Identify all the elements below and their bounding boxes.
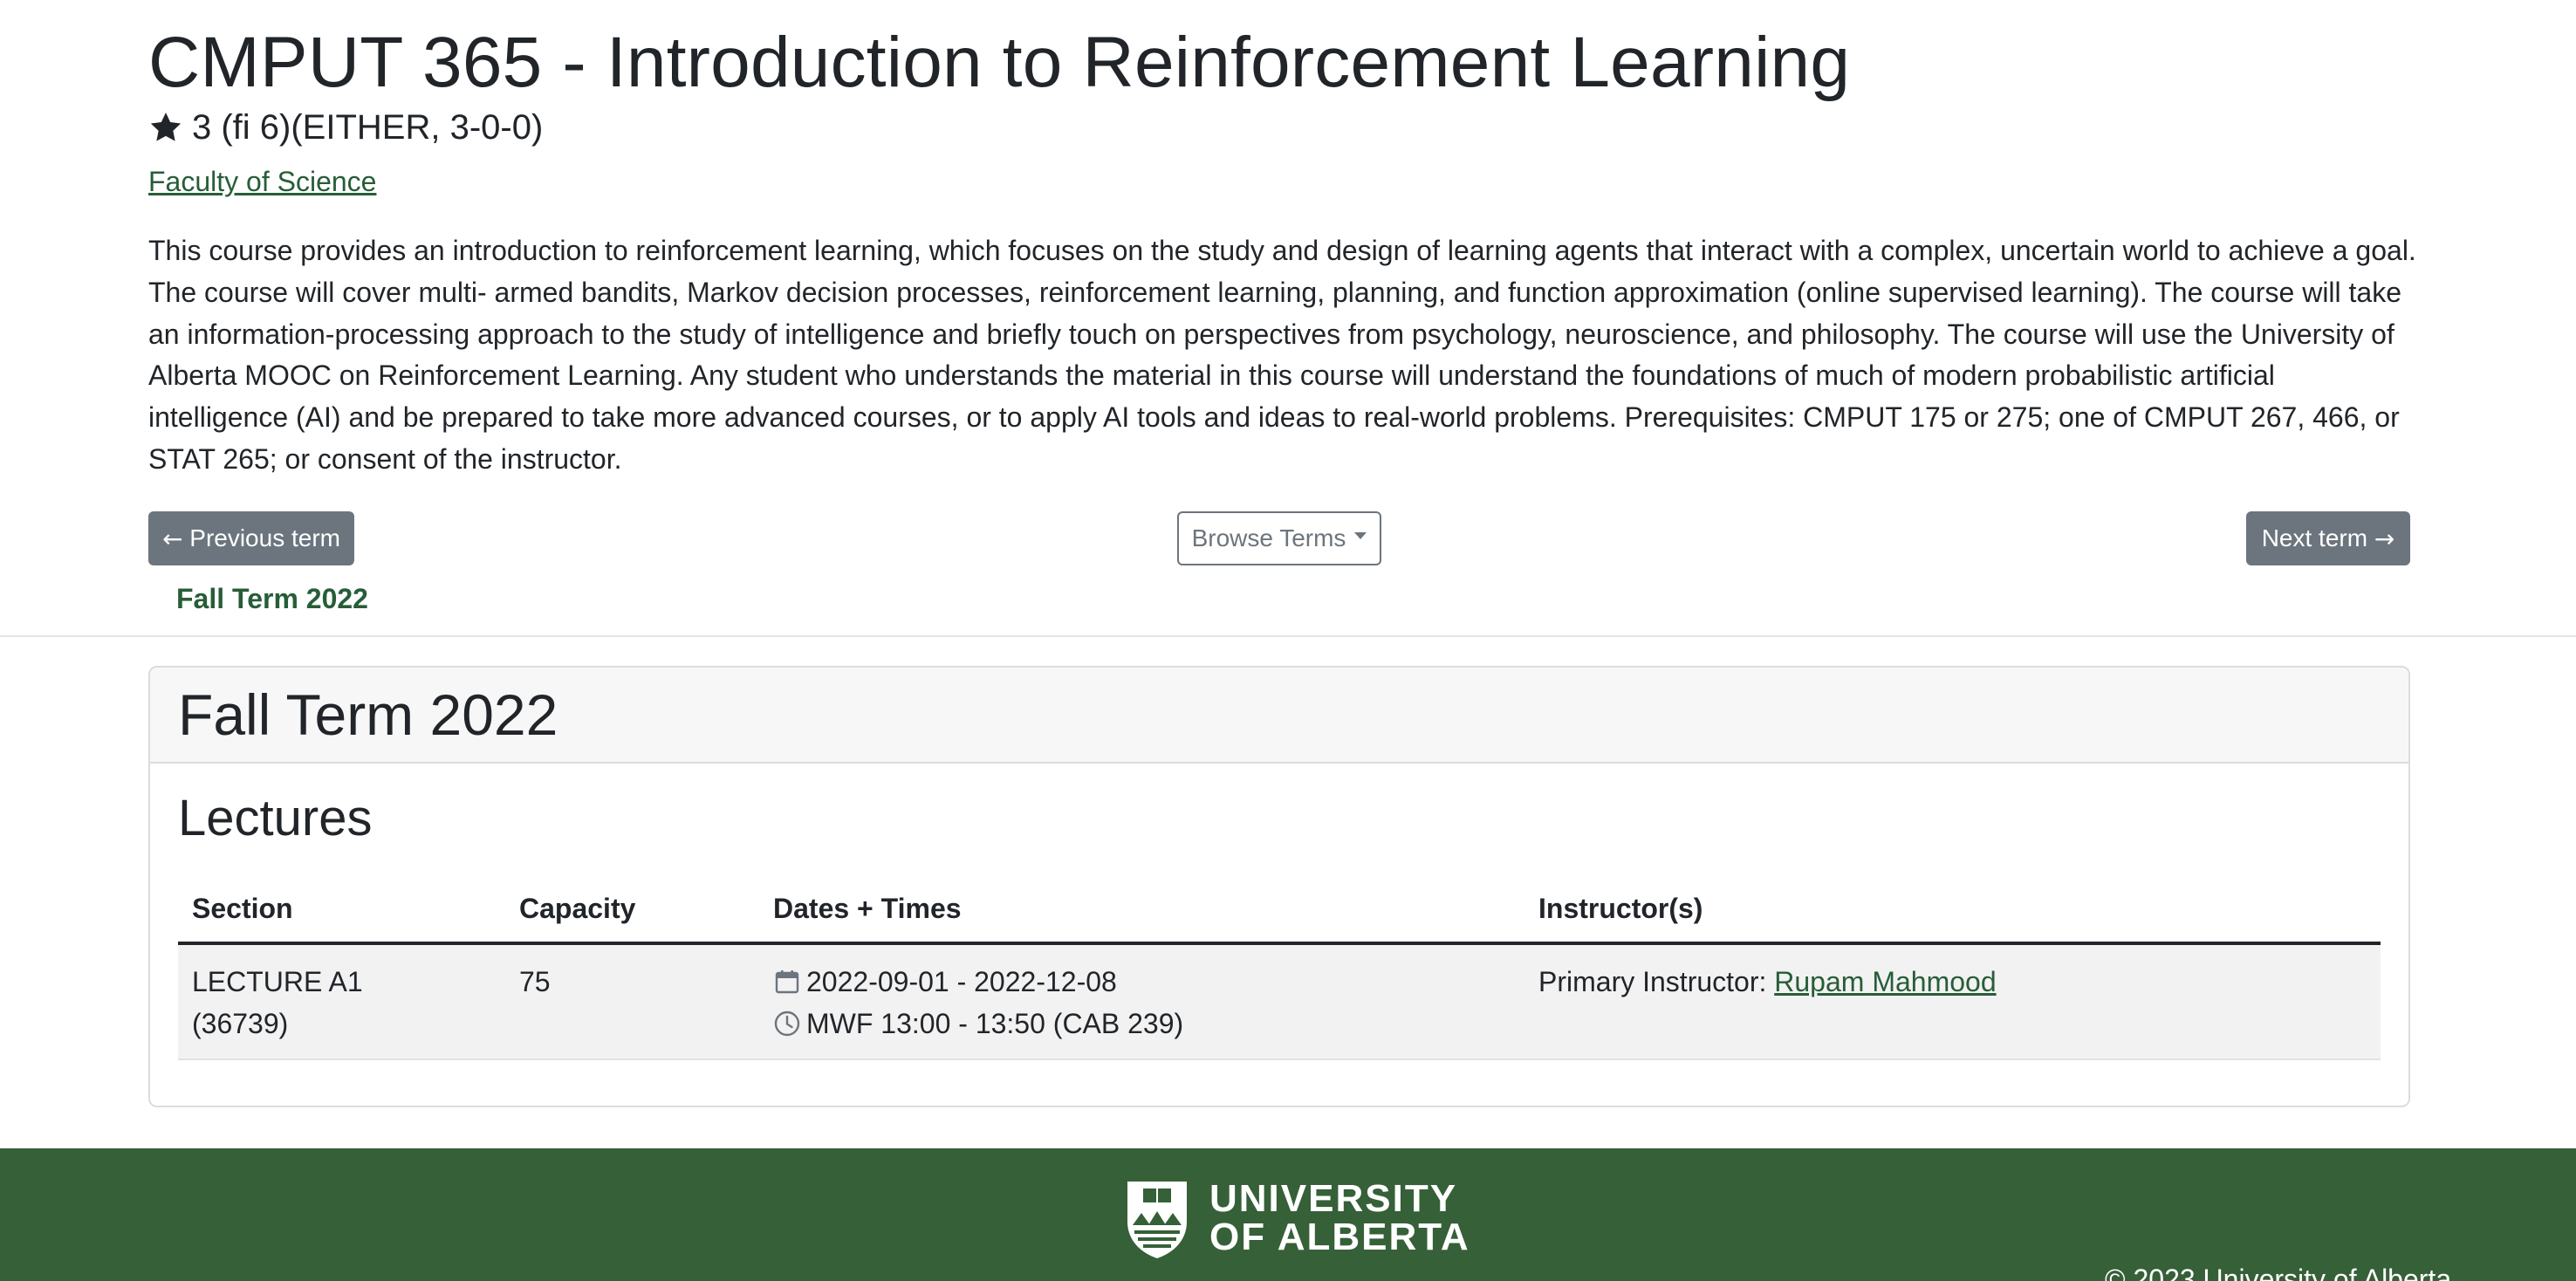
tab-divider (0, 635, 2576, 637)
next-term-label: Next term (2261, 524, 2368, 551)
clock-icon (774, 1010, 800, 1037)
calendar-icon (775, 970, 799, 994)
site-footer: UNIVERSITY OF ALBERTA © 2023 University … (0, 1148, 2576, 1281)
course-description: This course provides an introduction to … (148, 235, 2416, 475)
university-logo[interactable]: UNIVERSITY OF ALBERTA (1124, 1176, 1470, 1260)
copyright-text: © 2023 University of Alberta (2105, 1264, 2452, 1281)
column-header-section: Section (192, 892, 293, 924)
date-range: 2022-09-01 - 2022-12-08 (773, 961, 1183, 1003)
logo-line-1: UNIVERSITY (1209, 1177, 1458, 1220)
credits-text: 3 (fi 6)(EITHER, 3-0-0) (192, 108, 544, 147)
previous-term-button[interactable]: ← Previous term (148, 511, 354, 565)
table-row: LECTURE A1 (36739) 75 2022-09-01 - 2022-… (178, 945, 2381, 1060)
logo-line-2: OF ALBERTA (1209, 1216, 1470, 1258)
university-crest-icon (1127, 1182, 1187, 1258)
column-header-instructors: Instructor(s) (1538, 892, 1703, 924)
section-name: LECTURE A1 (192, 966, 363, 997)
faculty-link[interactable]: Faculty of Science (148, 162, 376, 201)
capacity-cell: 75 (519, 966, 551, 997)
lectures-table: Section Capacity Dates + Times Instructo… (178, 875, 2381, 1060)
browse-terms-dropdown[interactable]: Browse Terms (1177, 511, 1381, 565)
term-card-header: Fall Term 2022 (150, 668, 2408, 764)
column-header-capacity: Capacity (519, 892, 636, 924)
term-card: Fall Term 2022 Lectures Section Capacity… (148, 666, 2410, 1107)
tab-current-term[interactable]: Fall Term 2022 (176, 579, 368, 618)
star-icon (150, 113, 182, 141)
arrow-left-icon: ← (162, 524, 183, 553)
dates-times-cell: 2022-09-01 - 2022-12-08 MWF 13:00 - 13:5… (773, 961, 1183, 1045)
lectures-heading: Lectures (178, 790, 373, 846)
column-header-dates-times: Dates + Times (773, 892, 962, 924)
term-title: Fall Term 2022 (178, 682, 558, 747)
arrow-right-icon: → (2374, 524, 2395, 553)
course-title: CMPUT 365 - Introduction to Reinforcemen… (148, 23, 1851, 102)
instructor-link[interactable]: Rupam Mahmood (1774, 966, 1996, 997)
browse-terms-label: Browse Terms (1191, 524, 1346, 551)
previous-term-label: Previous term (189, 524, 340, 551)
instructor-prefix: Primary Instructor: (1538, 966, 1767, 997)
next-term-button[interactable]: Next term → (2246, 511, 2410, 565)
meeting-time: MWF 13:00 - 13:50 (CAB 239) (773, 1003, 1183, 1045)
date-range-text: 2022-09-01 - 2022-12-08 (806, 966, 1117, 997)
instructor-cell: Primary Instructor: Rupam Mahmood (1538, 961, 1997, 1003)
section-id: (36739) (192, 1008, 289, 1039)
course-credits: 3 (fi 6)(EITHER, 3-0-0) (148, 103, 543, 152)
table-header: Section Capacity Dates + Times Instructo… (178, 875, 2381, 945)
section-cell: LECTURE A1 (36739) (192, 961, 363, 1045)
caret-down-icon (1354, 532, 1367, 539)
meeting-time-text: MWF 13:00 - 13:50 (CAB 239) (806, 1008, 1184, 1039)
logo-wordmark: UNIVERSITY OF ALBERTA (1209, 1180, 1470, 1257)
